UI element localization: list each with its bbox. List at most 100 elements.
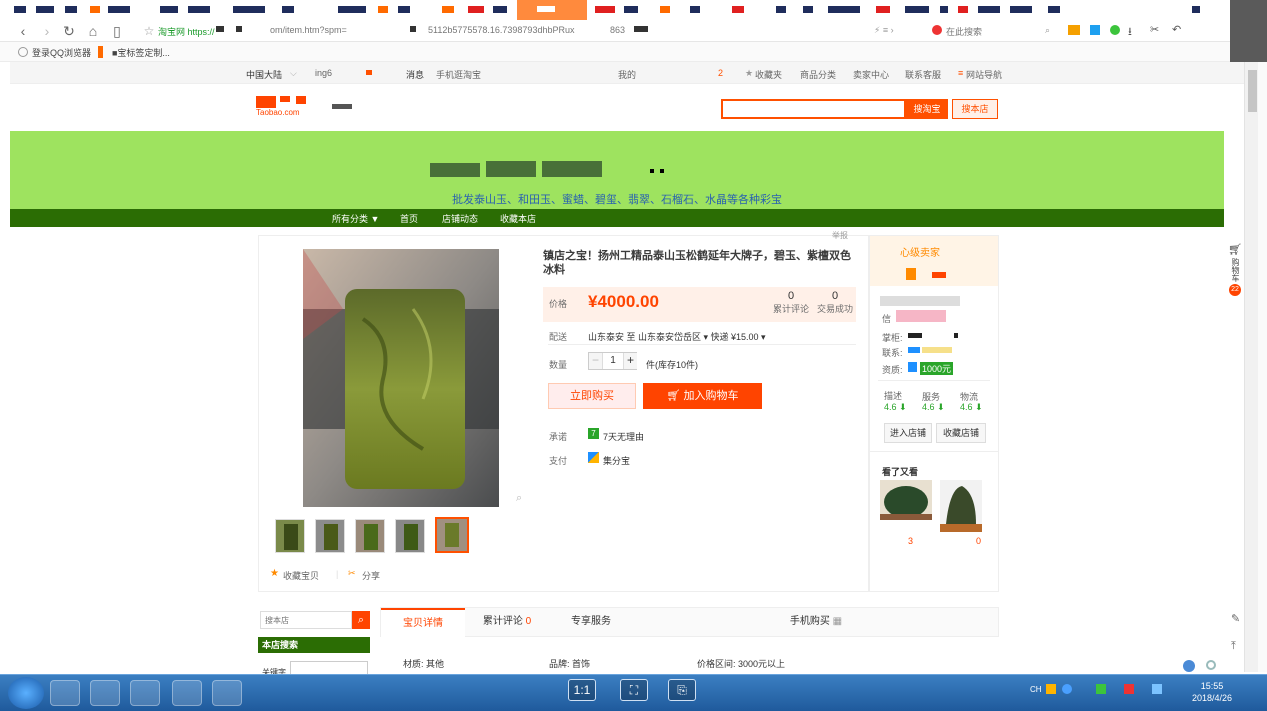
favorite-shop-button[interactable]: 收藏店铺 <box>936 423 986 443</box>
report-link[interactable]: 举报 <box>832 230 848 241</box>
also-viewed-image[interactable] <box>880 480 932 520</box>
back-icon[interactable]: ‹ <box>14 22 32 40</box>
shop-nav-home[interactable]: 首页 <box>400 212 418 225</box>
product-thumbnail[interactable] <box>275 519 305 553</box>
settings-icon[interactable] <box>1206 660 1216 670</box>
scrollbar-thumb[interactable] <box>1248 70 1257 112</box>
browser-tab[interactable] <box>398 6 410 13</box>
cart-count[interactable]: 2 <box>718 68 723 78</box>
search-engine-icon[interactable] <box>932 25 942 35</box>
mobile-buy[interactable]: 手机购买 ▦ <box>771 608 861 637</box>
reader-icon[interactable]: ▯ <box>108 22 126 40</box>
reviews-stat[interactable]: 0 累计评论 <box>771 290 811 316</box>
bookmark-star-icon[interactable]: ☆ <box>140 22 158 40</box>
browser-tab[interactable] <box>803 6 813 13</box>
taskbar-qqbrowser-icon[interactable] <box>90 680 120 706</box>
tools-icon[interactable]: ✂ <box>1150 23 1159 36</box>
browser-tab[interactable] <box>958 6 968 13</box>
my-taobao-link[interactable]: 我的 <box>618 68 636 81</box>
delivery-selector[interactable]: 山东泰安 至 山东泰安岱岳区 ▾ 快递 ¥15.00 ▾ <box>588 330 766 343</box>
buy-now-button[interactable]: 立即购买 <box>548 383 636 409</box>
quantity-stepper[interactable]: − 1 + <box>588 352 637 370</box>
search-icon[interactable]: ⌕ <box>1045 25 1050 36</box>
browser-tab[interactable] <box>690 6 700 13</box>
add-to-cart-button[interactable]: 🛒︎ 加入购物车 <box>643 383 762 409</box>
refresh-icon[interactable]: ↻ <box>60 22 78 40</box>
region-selector[interactable]: 中国大陆 <box>246 68 282 81</box>
browser-tab[interactable] <box>493 6 507 13</box>
pay-text[interactable]: 集分宝 <box>603 454 630 467</box>
ime-indicator[interactable]: CH <box>1030 685 1042 694</box>
browser-tab[interactable] <box>828 6 860 13</box>
browser-tab[interactable] <box>338 6 366 13</box>
site-nav-link[interactable]: 网站导航 <box>966 68 1002 81</box>
bookmark-item[interactable]: ■宝标签定制... <box>112 46 170 59</box>
browser-tab[interactable] <box>1048 6 1060 13</box>
browser-tab[interactable] <box>660 6 670 13</box>
sidebar-cart[interactable]: 🛒︎ 购物车 22 <box>1226 243 1244 333</box>
browser-tab[interactable] <box>90 6 100 13</box>
taobao-logo[interactable]: Taobao.com <box>256 96 320 118</box>
tab-reviews[interactable]: 累计评论 0 <box>465 608 549 637</box>
browser-tab[interactable] <box>1010 6 1032 13</box>
browser-tab-active[interactable] <box>517 0 587 20</box>
browser-tab[interactable] <box>876 6 890 13</box>
shop-nav-all[interactable]: 所有分类 ▼ <box>332 212 379 225</box>
fit-window-icon[interactable]: ⛶ <box>620 679 648 701</box>
system-clock[interactable]: 15:55 2018/4/26 <box>1192 680 1232 704</box>
favorites-link[interactable]: 收藏夹 <box>755 68 782 81</box>
assistant-icon[interactable] <box>1183 660 1195 672</box>
also-viewed-image[interactable] <box>940 480 982 532</box>
view-1to1-button[interactable]: 1:1 <box>568 679 596 701</box>
flash-icon[interactable]: ⚡ ≡ › <box>874 25 894 36</box>
shop-nav-favorite[interactable]: 收藏本店 <box>500 212 536 225</box>
browser-tab[interactable] <box>442 6 454 13</box>
browser-tab[interactable] <box>905 6 929 13</box>
qty-plus-button[interactable]: + <box>623 353 637 369</box>
tray-icon[interactable] <box>1096 684 1106 694</box>
browser-tab[interactable] <box>940 6 948 13</box>
browser-tab[interactable] <box>595 6 615 13</box>
browser-tab[interactable] <box>732 6 744 13</box>
url-path[interactable]: om/item.htm?spm= <box>270 25 347 35</box>
seller-center-link[interactable]: 卖家中心 <box>853 68 889 81</box>
user-name[interactable]: ing6 <box>315 68 332 78</box>
forward-icon[interactable]: › <box>38 22 56 40</box>
product-thumbnail[interactable] <box>355 519 385 553</box>
wangwang-icon[interactable] <box>908 347 920 353</box>
browser-tab[interactable] <box>188 6 210 13</box>
taskbar-explorer-icon[interactable] <box>130 680 160 706</box>
pen-icon[interactable]: ✎ <box>1231 612 1240 625</box>
wechat-icon[interactable] <box>1110 25 1120 35</box>
taskbar-app-icon[interactable] <box>212 680 242 706</box>
tray-icon[interactable] <box>1046 684 1056 694</box>
browser-tab[interactable] <box>36 6 54 13</box>
bookmark-item[interactable]: 登录QQ浏览器 <box>32 46 91 59</box>
browser-tab[interactable] <box>160 6 178 13</box>
seller-name[interactable] <box>880 296 960 306</box>
share-icon[interactable]: ✂ <box>348 568 356 579</box>
categories-link[interactable]: 商品分类 <box>800 68 836 81</box>
product-thumbnail-selected[interactable] <box>435 517 469 553</box>
star-icon[interactable]: ★ <box>270 568 279 579</box>
back-to-top-icon[interactable]: ⤒ <box>1231 640 1236 653</box>
url-text[interactable]: 淘宝网 https:// <box>158 25 215 38</box>
search-icon[interactable]: ⌕ <box>352 611 370 629</box>
qty-minus-button[interactable]: − <box>589 353 603 369</box>
ext-icon[interactable] <box>1068 25 1080 35</box>
browser-tab[interactable] <box>468 6 484 13</box>
url-end[interactable]: 863 <box>610 25 625 35</box>
messages-link[interactable]: 消息 <box>406 68 424 81</box>
browser-tab[interactable] <box>233 6 265 13</box>
network-icon[interactable] <box>1152 684 1162 694</box>
product-main-image[interactable] <box>303 249 499 507</box>
tab-detail[interactable]: 宝贝详情 <box>381 608 465 637</box>
download-icon[interactable]: ⭳ <box>1128 23 1132 42</box>
browser-tab[interactable] <box>776 6 786 13</box>
search-shop-button[interactable]: 搜本店 <box>952 99 998 119</box>
browser-tab[interactable] <box>65 6 77 13</box>
promise-text[interactable]: 7天无理由 <box>603 430 644 443</box>
undo-icon[interactable]: ↶ <box>1172 23 1181 36</box>
product-thumbnail[interactable] <box>315 519 345 553</box>
search-taobao-button[interactable]: 搜淘宝 <box>906 99 948 119</box>
